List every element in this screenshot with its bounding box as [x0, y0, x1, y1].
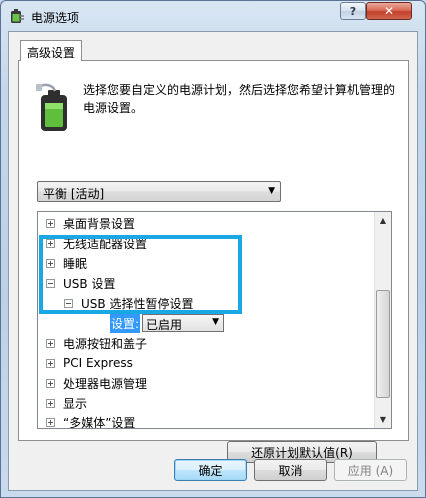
tree-item-label: 无线适配器设置 — [63, 236, 148, 251]
tree-item-label: 处理器电源管理 — [63, 376, 148, 391]
tree-item-label: 显示 — [63, 396, 88, 411]
help-button[interactable]: ? — [340, 2, 366, 20]
title-bar[interactable]: 电源选项 ? ✕ — [1, 1, 425, 31]
tree-item-sleep[interactable]: 睡眠 — [46, 253, 87, 273]
tree-item-label: 电源按钮和盖子 — [63, 336, 148, 351]
tree-item-label: “多媒体”设置 — [63, 415, 136, 429]
ok-button[interactable]: 确定 — [174, 459, 247, 481]
tree-item-processor-power[interactable]: 处理器电源管理 — [46, 373, 147, 393]
expand-icon[interactable] — [46, 218, 55, 228]
setting-value: 已启用 — [146, 318, 183, 332]
expand-icon[interactable] — [46, 358, 55, 368]
tab-advanced-settings[interactable]: 高级设置 — [20, 40, 83, 61]
chevron-down-icon: ▼ — [212, 317, 220, 327]
tree-item-display[interactable]: 显示 — [46, 393, 87, 413]
tree-item-label: 睡眠 — [63, 256, 88, 271]
settings-tree[interactable]: 桌面背景设置 无线适配器设置 睡眠 USB 设置 USB 选择性暂停设置 设置:… — [37, 211, 392, 429]
window-title: 电源选项 — [31, 11, 80, 25]
scroll-down-arrow-icon[interactable]: ▼ — [375, 411, 391, 428]
tree-item-usb-selective-suspend[interactable]: USB 选择性暂停设置 — [64, 293, 193, 313]
chevron-down-icon: ▼ — [268, 186, 275, 196]
power-options-window: 电源选项 ? ✕ 高级设置 选择您要自定义的电源计划，然后选择您希望计算机管理的… — [0, 0, 426, 498]
collapse-icon[interactable] — [46, 278, 55, 288]
collapse-icon[interactable] — [64, 298, 73, 308]
tree-item-setting-row: 设置: 已启用 ▼ — [110, 313, 225, 333]
expand-icon[interactable] — [46, 398, 55, 408]
expand-icon[interactable] — [46, 238, 55, 248]
cancel-button[interactable]: 取消 — [254, 459, 327, 481]
setting-value-select[interactable]: 已启用 ▼ — [142, 314, 225, 332]
battery-plug-icon — [36, 83, 67, 131]
tree-item-usb-settings[interactable]: USB 设置 — [46, 273, 115, 293]
scroll-thumb[interactable] — [376, 290, 390, 398]
close-button[interactable]: ✕ — [366, 2, 412, 20]
dialog-client-area: 高级设置 选择您要自定义的电源计划，然后选择您希望计算机管理的电源设置。 平衡 … — [8, 31, 418, 491]
tree-item-label: USB 设置 — [63, 276, 116, 291]
tree-item-label: USB 选择性暂停设置 — [81, 296, 194, 311]
tree-item-multimedia[interactable]: “多媒体”设置 — [46, 412, 136, 429]
setting-label: 设置: — [110, 313, 141, 333]
expand-icon[interactable] — [46, 258, 55, 268]
expand-icon[interactable] — [46, 417, 55, 427]
power-plan-value: 平衡 [活动] — [43, 187, 105, 201]
scroll-up-arrow-icon[interactable]: ▲ — [375, 212, 391, 229]
apply-button[interactable]: 应用 (A) — [334, 459, 407, 481]
tree-item-label: PCI Express — [63, 356, 133, 370]
tree-item-power-buttons-lid[interactable]: 电源按钮和盖子 — [46, 333, 147, 353]
power-options-icon — [11, 9, 24, 23]
power-plan-select[interactable]: 平衡 [活动] ▼ — [37, 181, 281, 202]
expand-icon[interactable] — [46, 338, 55, 348]
expand-icon[interactable] — [46, 378, 55, 388]
tree-item-label: 桌面背景设置 — [63, 216, 136, 231]
instruction-text: 选择您要自定义的电源计划，然后选择您希望计算机管理的电源设置。 — [83, 83, 396, 115]
advanced-settings-panel: 选择您要自定义的电源计划，然后选择您希望计算机管理的电源设置。 平衡 [活动] … — [18, 60, 409, 463]
tree-item-wireless-adapter[interactable]: 无线适配器设置 — [46, 233, 147, 253]
tree-item-desktop-background[interactable]: 桌面背景设置 — [46, 213, 135, 233]
tree-scrollbar[interactable]: ▲ ▼ — [374, 212, 391, 428]
tree-item-pci-express[interactable]: PCI Express — [46, 353, 133, 373]
